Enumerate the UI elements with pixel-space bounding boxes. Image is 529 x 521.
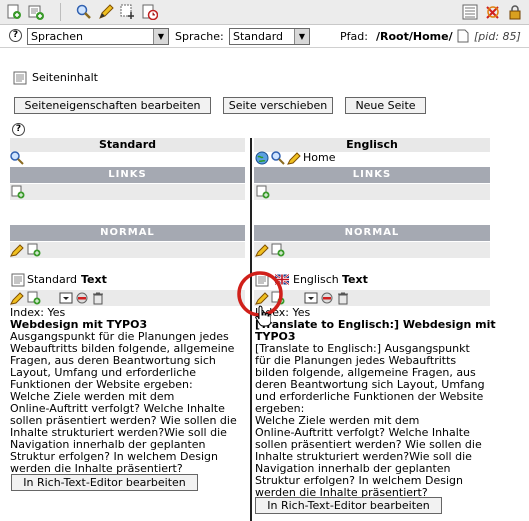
path-label: Pfad: [340, 30, 368, 43]
new-content-icon[interactable] [27, 243, 41, 257]
path-value: /Root/Home/ [376, 30, 453, 43]
new-content-icon[interactable] [256, 185, 270, 199]
right-element-toolbar [254, 290, 490, 306]
links-area-left [10, 184, 245, 200]
left-element-body: Ausgangspunkt für die Planungen jedes Web… [10, 331, 246, 475]
new-content-icon[interactable] [27, 291, 41, 305]
new-page-button[interactable]: Neue Seite [345, 97, 426, 114]
normal-area-left [10, 242, 245, 258]
module-select-value: Sprachen [31, 30, 83, 43]
new-content-icon[interactable] [11, 185, 25, 199]
help-icon[interactable]: ? [9, 29, 22, 42]
lock-icon[interactable] [507, 4, 523, 20]
new-content-icon[interactable] [271, 243, 285, 257]
edit-icon[interactable] [287, 151, 301, 165]
section-title: Seiteninhalt [32, 71, 98, 84]
left-element-language: Standard [27, 273, 78, 286]
pid-label: [pid: 85] [474, 30, 521, 43]
left-element-type: Text [81, 273, 107, 286]
new-page-icon[interactable] [6, 4, 22, 20]
delete-icon[interactable] [91, 291, 105, 305]
search-icon[interactable] [271, 151, 285, 165]
left-rte-edit-button[interactable]: In Rich-Text-Editor bearbeiten [11, 474, 198, 491]
hand-cursor-icon [255, 305, 271, 327]
divider [0, 47, 529, 48]
column-bar-normal-right: NORMAL [254, 225, 490, 241]
help-icon[interactable]: ? [12, 123, 25, 136]
clear-cache-icon[interactable] [485, 4, 501, 20]
module-select[interactable]: Sprachen ▼ [27, 28, 169, 45]
toolbar-separator [60, 3, 61, 21]
content-icon [13, 71, 27, 85]
chevron-down-icon: ▼ [153, 29, 168, 44]
globe-icon[interactable] [255, 151, 269, 165]
hide-icon[interactable] [320, 291, 334, 305]
right-page-label: Home [303, 151, 336, 164]
language-label: Sprache: [175, 30, 224, 43]
column-bar-links-right: LINKS [254, 167, 490, 183]
search-icon[interactable] [76, 4, 92, 20]
right-element-body: [Translate to Englisch:] Ausgangspunkt fü… [255, 343, 495, 499]
language-select[interactable]: Standard ▼ [229, 28, 310, 45]
move-icon[interactable] [120, 4, 136, 20]
text-element-icon [11, 273, 25, 287]
dropdown-icon[interactable] [304, 291, 318, 305]
top-toolbar [0, 0, 529, 25]
move-page-button[interactable]: Seite verschieben [223, 97, 333, 114]
column-header-standard: Standard [10, 138, 245, 152]
dropdown-icon[interactable] [59, 291, 73, 305]
new-content-icon[interactable] [28, 4, 44, 20]
language-select-value: Standard [233, 30, 284, 43]
chevron-down-icon: ▼ [294, 29, 309, 44]
column-header-englisch: Englisch [254, 138, 490, 152]
normal-area-right [254, 242, 490, 258]
links-area-right [254, 184, 490, 200]
left-element-toolbar [10, 290, 245, 306]
history-icon[interactable] [142, 4, 158, 20]
right-element-language: Englisch [293, 273, 339, 286]
right-element-type: Text [342, 273, 368, 286]
hide-icon[interactable] [75, 291, 89, 305]
edit-page-properties-button[interactable]: Seiteneigenschaften bearbeiten [14, 97, 211, 114]
edit-icon[interactable] [10, 291, 24, 305]
search-icon[interactable] [10, 151, 24, 165]
right-rte-edit-button[interactable]: In Rich-Text-Editor bearbeiten [255, 497, 442, 514]
column-bar-normal-left: NORMAL [10, 225, 245, 241]
edit-icon[interactable] [255, 243, 269, 257]
delete-icon[interactable] [336, 291, 350, 305]
edit-icon[interactable] [98, 4, 114, 20]
edit-icon[interactable] [10, 243, 24, 257]
column-bar-links-left: LINKS [10, 167, 245, 183]
column-divider [250, 138, 252, 521]
list-icon[interactable] [462, 4, 478, 20]
page-icon [457, 29, 469, 43]
